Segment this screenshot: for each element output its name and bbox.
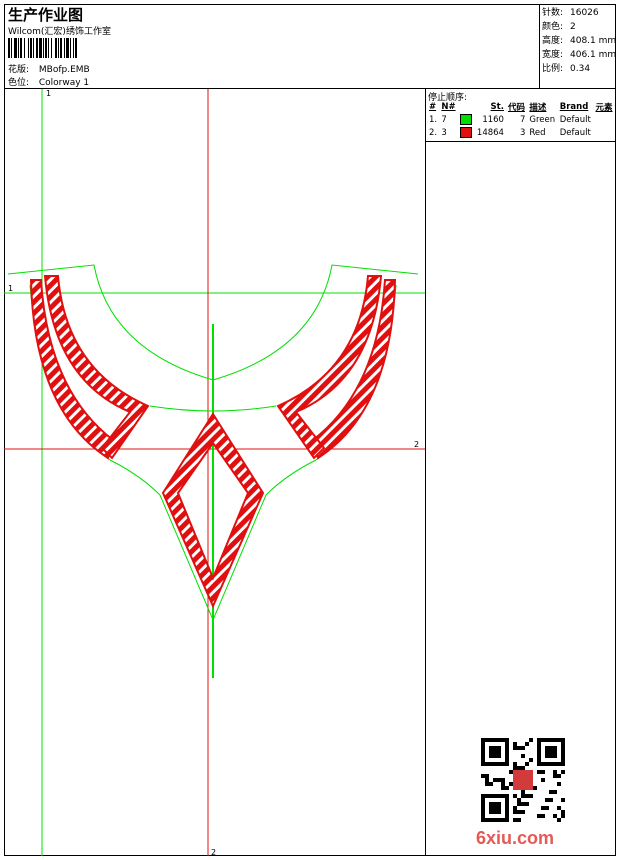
qr-code-image	[481, 738, 565, 822]
guide-label-v-bottom: 2	[211, 848, 216, 857]
watermark-text: 6xiu.com	[476, 828, 555, 848]
guide-label-h-right: 2	[414, 440, 419, 449]
left-outer-band	[29, 279, 115, 460]
embroidery-preview: 1 1 2 2	[4, 89, 425, 857]
guide-label-h-left: 1	[8, 284, 13, 293]
right-outer-band	[311, 279, 397, 460]
guide-label-v-top: 1	[46, 89, 51, 98]
